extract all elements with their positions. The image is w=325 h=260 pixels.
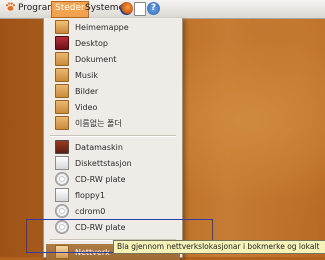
desktop-icon [55,36,69,50]
menu-item-label: Video [75,102,98,112]
optical-disc-icon [55,204,69,218]
folder-icon [55,116,69,130]
menu-item-label: cdrom0 [75,206,106,216]
menu-item-cdrw-1[interactable]: CD-RW plate [46,171,180,187]
menu-item-label: Dokument [75,54,117,64]
menu-item-label: Heimemappe [75,22,129,32]
menu-item-unnamed-folder[interactable]: 이름없는 폴더 [46,115,180,131]
menu-item-label: Datamaskin [75,142,123,152]
menu-separator [50,135,176,137]
menu-item-home[interactable]: Heimemappe [46,19,180,35]
help-icon[interactable]: ? [147,2,160,15]
home-folder-icon [55,20,69,34]
optical-disc-icon [55,172,69,186]
menu-item-computer[interactable]: Datamaskin [46,139,180,155]
documents-folder-icon [55,52,69,66]
menu-item-label: CD-RW plate [75,174,126,184]
firefox-icon[interactable] [120,2,133,15]
menu-item-floppy-drive[interactable]: Diskettstasjon [46,155,180,171]
menu-item-label: Desktop [75,38,108,48]
ubuntu-foot-icon [5,2,16,11]
menu-item-documents[interactable]: Dokument [46,51,180,67]
top-panel: Program Steder Systemet ? [0,0,325,19]
places-menu-label: Steder [55,3,85,13]
menu-item-label: Diskettstasjon [75,158,132,168]
menu-item-desktop[interactable]: Desktop [46,35,180,51]
pictures-folder-icon [55,84,69,98]
computer-icon [55,140,69,154]
music-folder-icon [55,68,69,82]
menu-item-label: floppy1 [75,190,105,200]
drive-icon [55,156,69,170]
menu-item-label: 이름없는 폴더 [75,118,122,128]
mail-icon[interactable] [134,2,146,16]
tooltip: Bla gjennom nettverkslokasjonar i bokmer… [113,240,325,254]
menu-item-label: Bilder [75,86,99,96]
drive-icon [55,188,69,202]
menu-item-videos[interactable]: Video [46,99,180,115]
menu-item-floppy1[interactable]: floppy1 [46,187,180,203]
videos-folder-icon [55,100,69,114]
menu-item-cdrom0[interactable]: cdrom0 [46,203,180,219]
menu-item-music[interactable]: Musik [46,67,180,83]
menu-item-pictures[interactable]: Bilder [46,83,180,99]
menu-item-label: Musik [75,70,98,80]
